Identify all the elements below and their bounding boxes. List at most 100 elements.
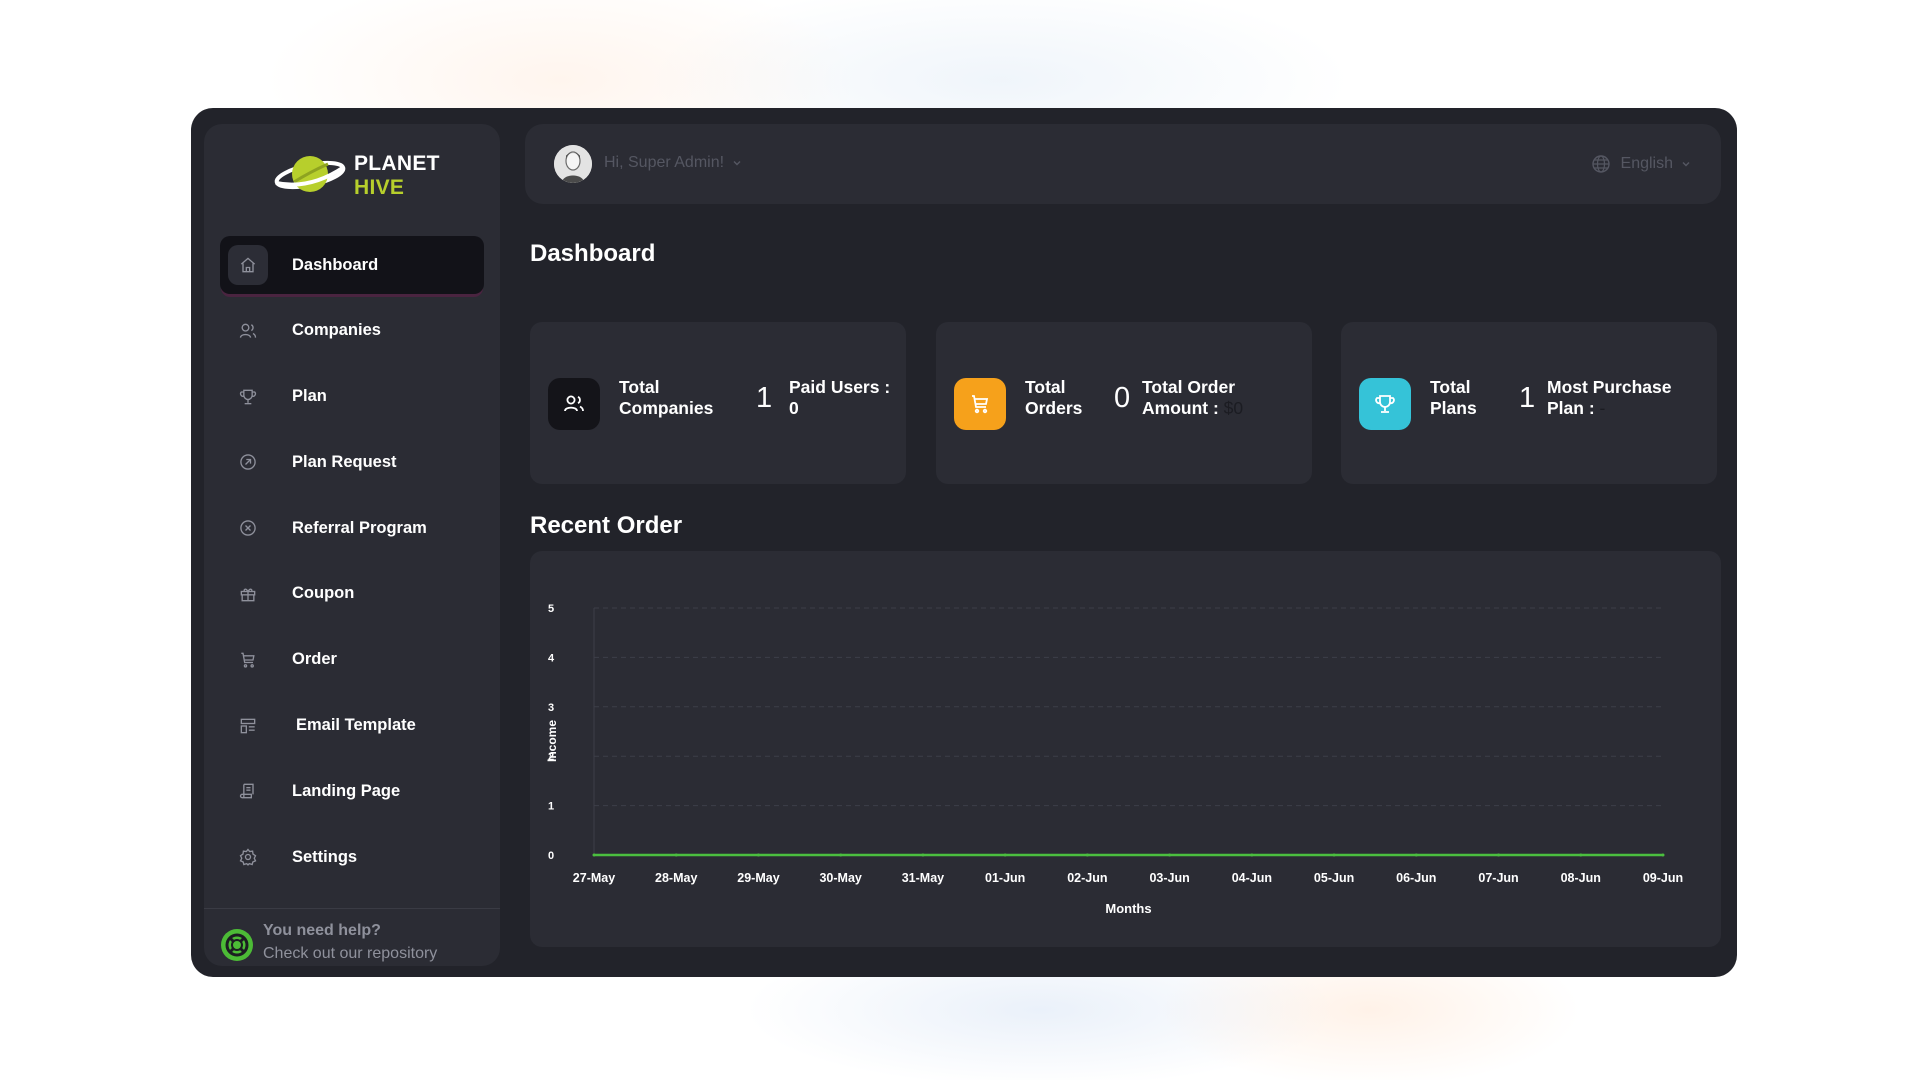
data-point — [1003, 853, 1007, 857]
brand-name: PLANET HIVE — [354, 152, 440, 200]
x-tick-label: 31-May — [902, 871, 944, 885]
y-tick-label: 5 — [548, 603, 554, 615]
x-tick-label: 27-May — [573, 871, 615, 885]
stat-label: Total Orders — [1025, 377, 1083, 418]
sidebar-item-plan[interactable]: Plan — [220, 368, 484, 426]
data-point — [674, 853, 678, 857]
users-icon — [228, 311, 268, 351]
help-title: You need help? — [263, 922, 381, 939]
x-axis-title: Months — [1105, 901, 1151, 916]
data-point — [1332, 853, 1336, 857]
data-point — [1414, 853, 1418, 857]
cart-icon — [954, 378, 1006, 430]
y-tick-label: 4 — [548, 652, 555, 664]
sidebar-item-email-template[interactable]: Email Template — [220, 697, 484, 755]
y-axis-title: Income — [545, 720, 559, 762]
data-point — [1085, 853, 1089, 857]
y-tick-label: 3 — [548, 702, 554, 714]
help-link[interactable]: Check out our repository — [263, 942, 437, 965]
data-point — [1497, 853, 1501, 857]
y-tick-label: 1 — [548, 801, 554, 813]
help-box[interactable]: You need help? Check out our repository — [220, 919, 437, 965]
x-tick-label: 30-May — [819, 871, 861, 885]
help-text: You need help? Check out our repository — [263, 919, 437, 965]
app-window: PLANET HIVE Dashboard Companies Plan Pla… — [191, 108, 1737, 977]
sidebar-item-label: Plan Request — [292, 452, 397, 471]
cart-icon — [228, 640, 268, 680]
stat-card-companies: Total Companies 1 Paid Users : 0 — [530, 322, 906, 484]
sidebar-item-companies[interactable]: Companies — [220, 302, 484, 360]
stat-value: 1 — [756, 382, 773, 414]
sidebar-item-label: Email Template — [296, 716, 416, 735]
data-point — [1168, 853, 1172, 857]
sidebar-item-settings[interactable]: Settings — [220, 828, 484, 886]
stat-label: Total Plans — [1430, 377, 1477, 418]
stat-sub-value: 0 — [789, 398, 799, 418]
template-icon — [228, 706, 268, 746]
x-tick-label: 09-Jun — [1643, 871, 1683, 885]
gift-icon — [228, 574, 268, 614]
chart-svg: 01234527-May 28-May 29-May 30-May 31-May 01-J… — [545, 603, 1683, 916]
x-tick-label: 03-Jun — [1149, 871, 1189, 885]
sidebar: PLANET HIVE Dashboard Companies Plan Pla… — [204, 124, 500, 966]
data-point — [1579, 853, 1583, 857]
lifebuoy-icon — [221, 929, 253, 961]
sidebar-item-dashboard[interactable]: Dashboard — [220, 236, 484, 294]
x-tick-label: 07-Jun — [1478, 871, 1518, 885]
data-point — [1661, 853, 1665, 857]
data-point — [756, 853, 760, 857]
planet-logo-icon — [274, 156, 346, 192]
users-icon — [548, 378, 600, 430]
top-bar: Hi, Super Admin! English — [525, 124, 1721, 204]
sidebar-item-label: Landing Page — [292, 781, 401, 800]
sidebar-item-label: Settings — [292, 847, 358, 866]
data-point — [592, 853, 596, 857]
avatar[interactable] — [554, 145, 592, 183]
sidebar-item-label: Companies — [292, 321, 381, 340]
sidebar-item-label: Order — [292, 650, 337, 669]
sidebar-item-plan-request[interactable]: Plan Request — [220, 433, 484, 491]
brand-logo[interactable]: PLANET HIVE — [270, 150, 440, 200]
stat-card-orders: Total Orders 0 Total Order Amount : $0 — [936, 322, 1312, 484]
gear-icon — [228, 837, 268, 877]
user-menu[interactable]: Hi, Super Admin! — [604, 154, 742, 172]
stat-sub-value: $0 — [1223, 398, 1244, 418]
trophy-icon — [228, 377, 268, 417]
stat-sub: Most Purchase Plan : - — [1547, 377, 1677, 419]
sidebar-item-label: Coupon — [292, 584, 355, 603]
brand-line2: HIVE — [354, 176, 405, 199]
page-title: Dashboard — [530, 240, 656, 267]
stat-value: 0 — [1114, 382, 1131, 414]
stat-value: 1 — [1519, 382, 1536, 414]
sidebar-divider — [204, 908, 500, 909]
user-avatar-icon — [554, 145, 592, 183]
language-label: English — [1620, 155, 1673, 172]
globe-icon — [1591, 155, 1610, 173]
x-tick-label: 28-May — [655, 871, 697, 885]
recent-order-chart: 0 1 2 3 4 5 27-May 28-May 29-May 30-May 31-May 01-J… — [530, 551, 1721, 947]
language-select[interactable]: English — [1591, 154, 1691, 174]
x-tick-label: 02-Jun — [1067, 871, 1107, 885]
stat-sub-value: - — [1599, 398, 1606, 418]
chevron-down-icon — [733, 161, 741, 166]
sidebar-item-referral-program[interactable]: Referral Program — [220, 499, 484, 557]
stat-sub-label: Most Purchase Plan : — [1547, 377, 1672, 418]
sidebar-nav: Dashboard Companies Plan Plan Request Re… — [220, 236, 484, 894]
sidebar-item-label: Referral Program — [292, 518, 427, 537]
y-tick-label: 0 — [548, 850, 554, 862]
sidebar-item-coupon[interactable]: Coupon — [220, 565, 484, 623]
sidebar-item-order[interactable]: Order — [220, 631, 484, 689]
file-invoice-icon — [228, 771, 268, 811]
sidebar-item-label: Dashboard — [292, 255, 379, 274]
brand-line1: PLANET — [354, 152, 440, 175]
chevron-down-icon — [1682, 162, 1690, 167]
x-tick-label: 04-Jun — [1232, 871, 1272, 885]
stat-sub: Total Order Amount : $0 — [1142, 377, 1272, 419]
stat-sub: Paid Users : 0 — [789, 377, 919, 419]
x-tick-label: 08-Jun — [1561, 871, 1601, 885]
x-tick-label: 01-Jun — [985, 871, 1025, 885]
data-point — [839, 853, 843, 857]
sidebar-item-landing-page[interactable]: Landing Page — [220, 762, 484, 820]
home-icon — [228, 245, 268, 285]
stat-sub-label: Paid Users : — [789, 377, 891, 397]
